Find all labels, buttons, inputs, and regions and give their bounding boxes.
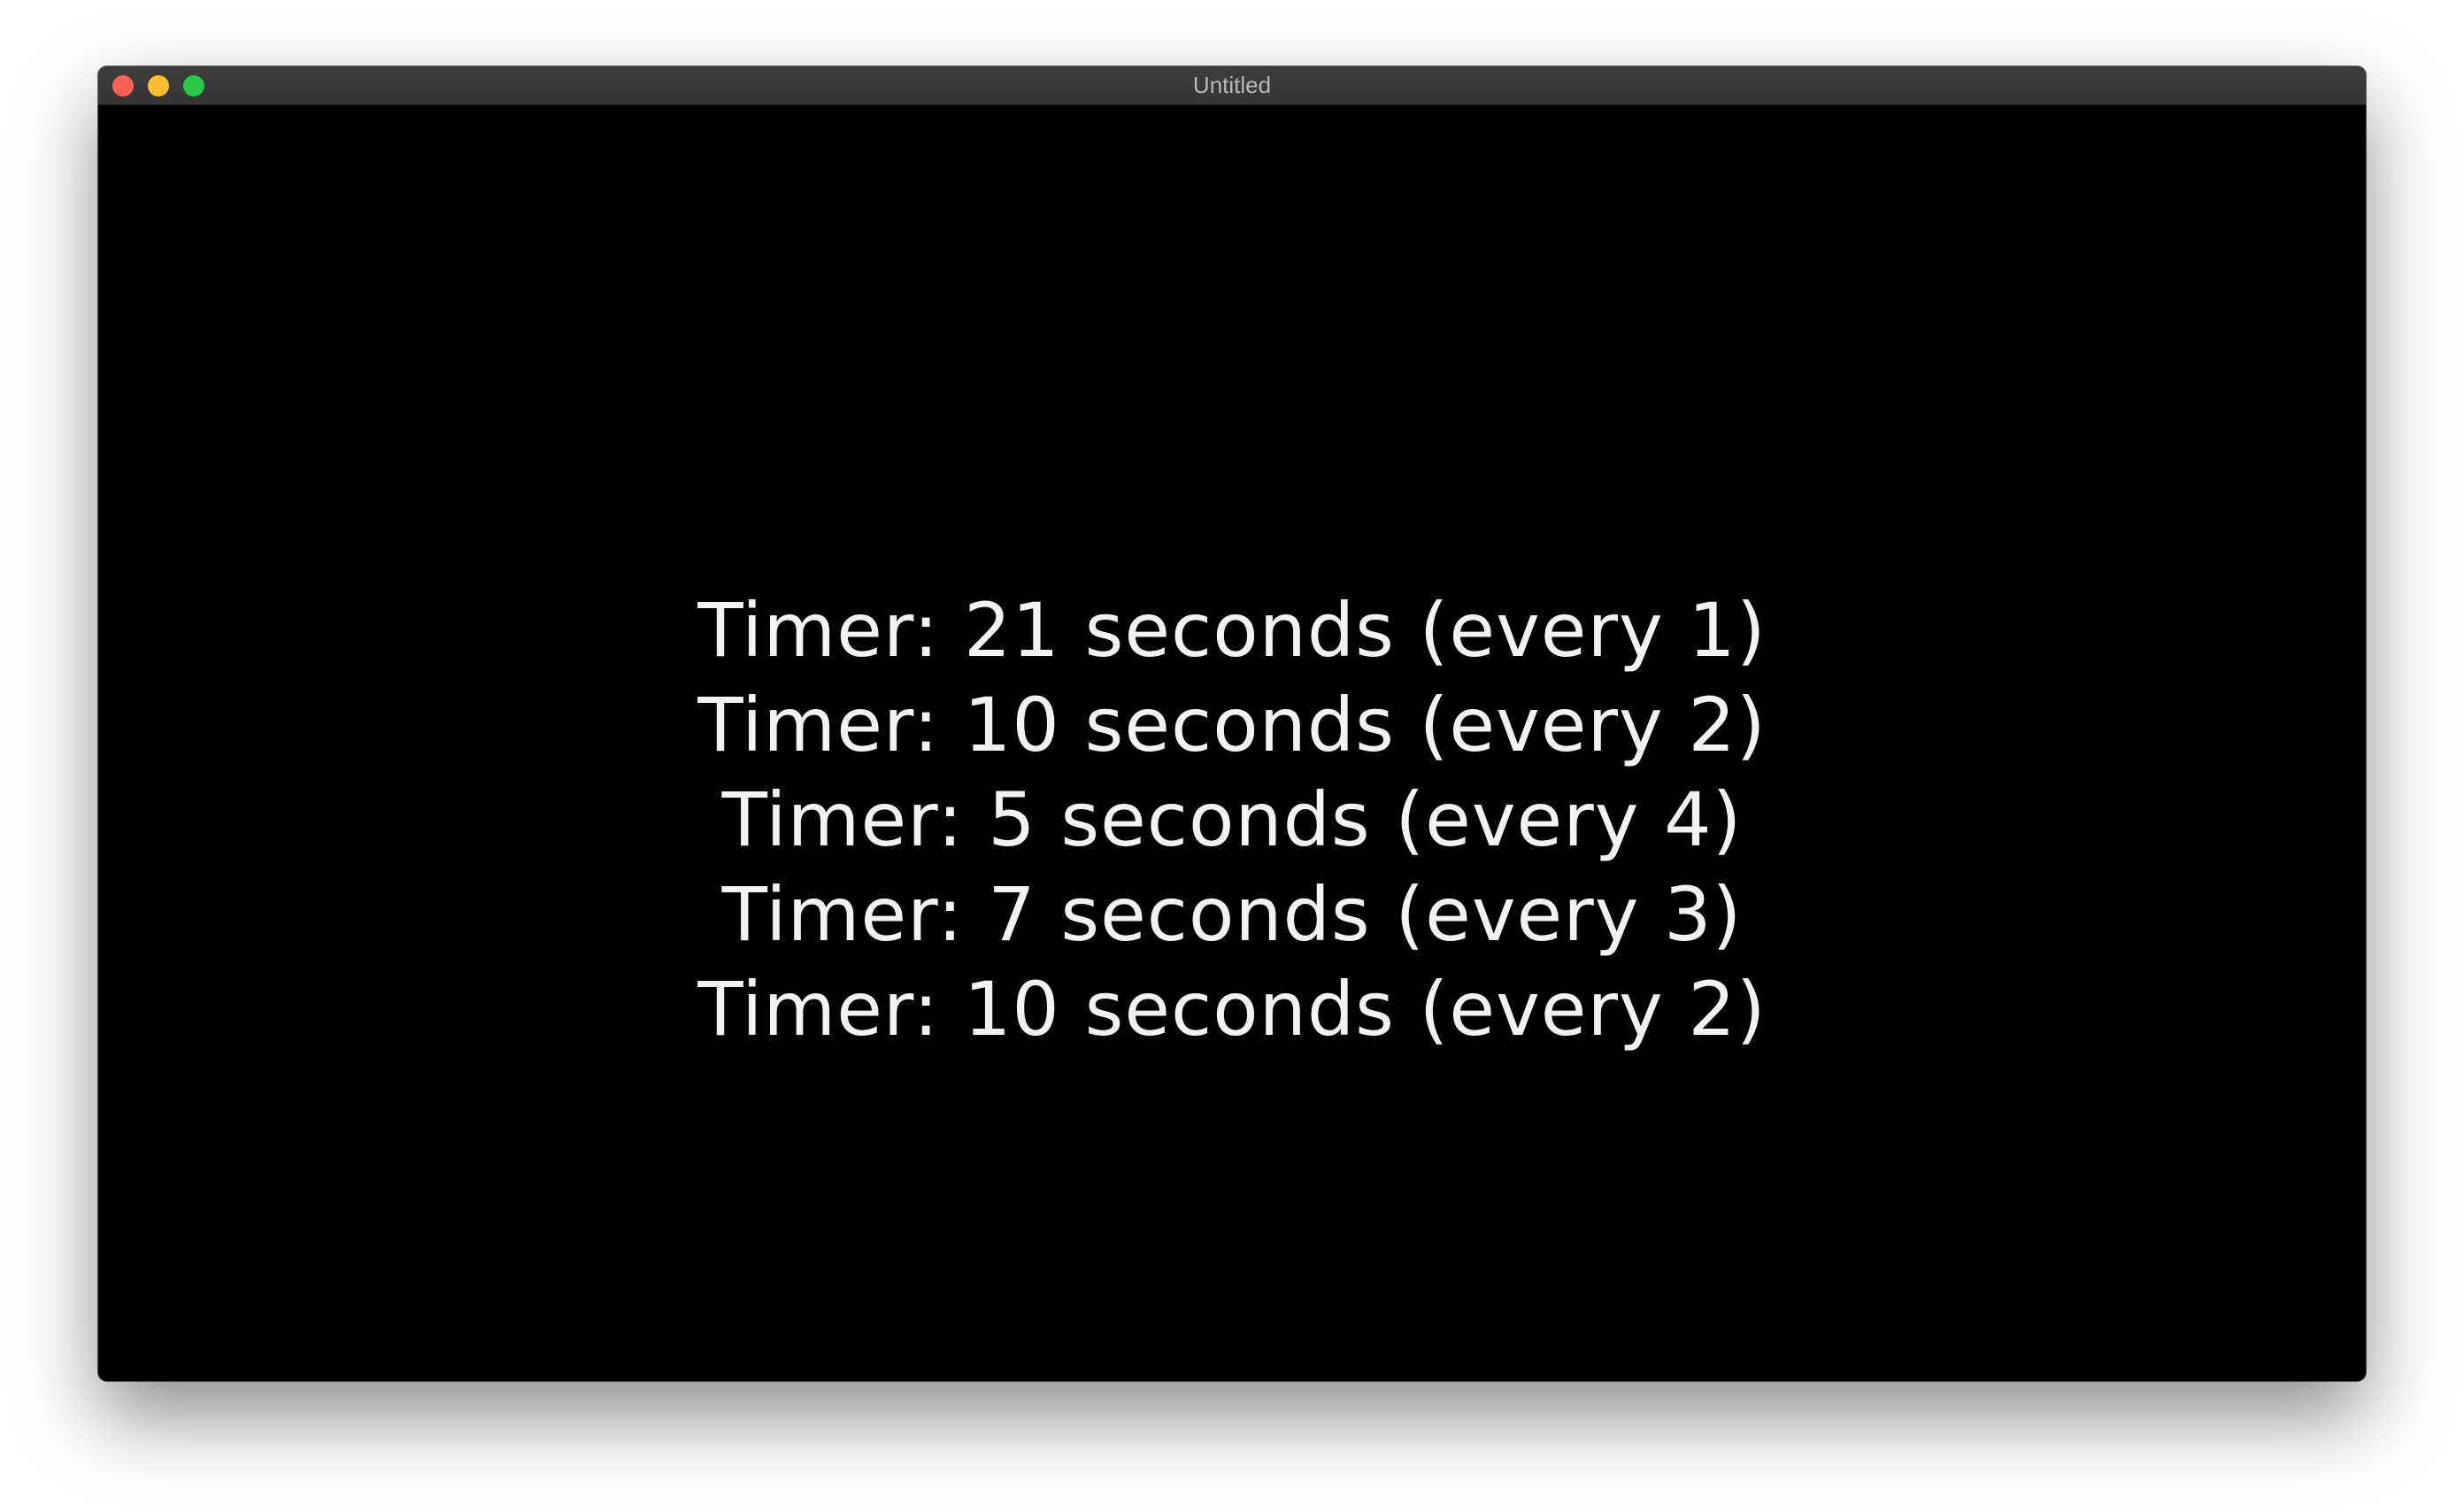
window-title: Untitled [1192,72,1272,98]
canvas-area: Timer: 21 seconds (every 1) Timer: 10 se… [98,105,2366,1381]
timer-line: Timer: 5 seconds (every 4) [721,776,1743,863]
timer-line: Timer: 7 seconds (every 3) [721,871,1743,958]
timer-line: Timer: 10 seconds (every 2) [697,966,1767,1053]
title-bar[interactable]: Untitled [98,66,2366,105]
timer-line: Timer: 21 seconds (every 1) [697,587,1767,674]
timer-line: Timer: 10 seconds (every 2) [697,682,1767,768]
timer-list: Timer: 21 seconds (every 1) Timer: 10 se… [98,583,2366,1057]
app-window: Untitled Timer: 21 seconds (every 1) Tim… [98,66,2366,1381]
